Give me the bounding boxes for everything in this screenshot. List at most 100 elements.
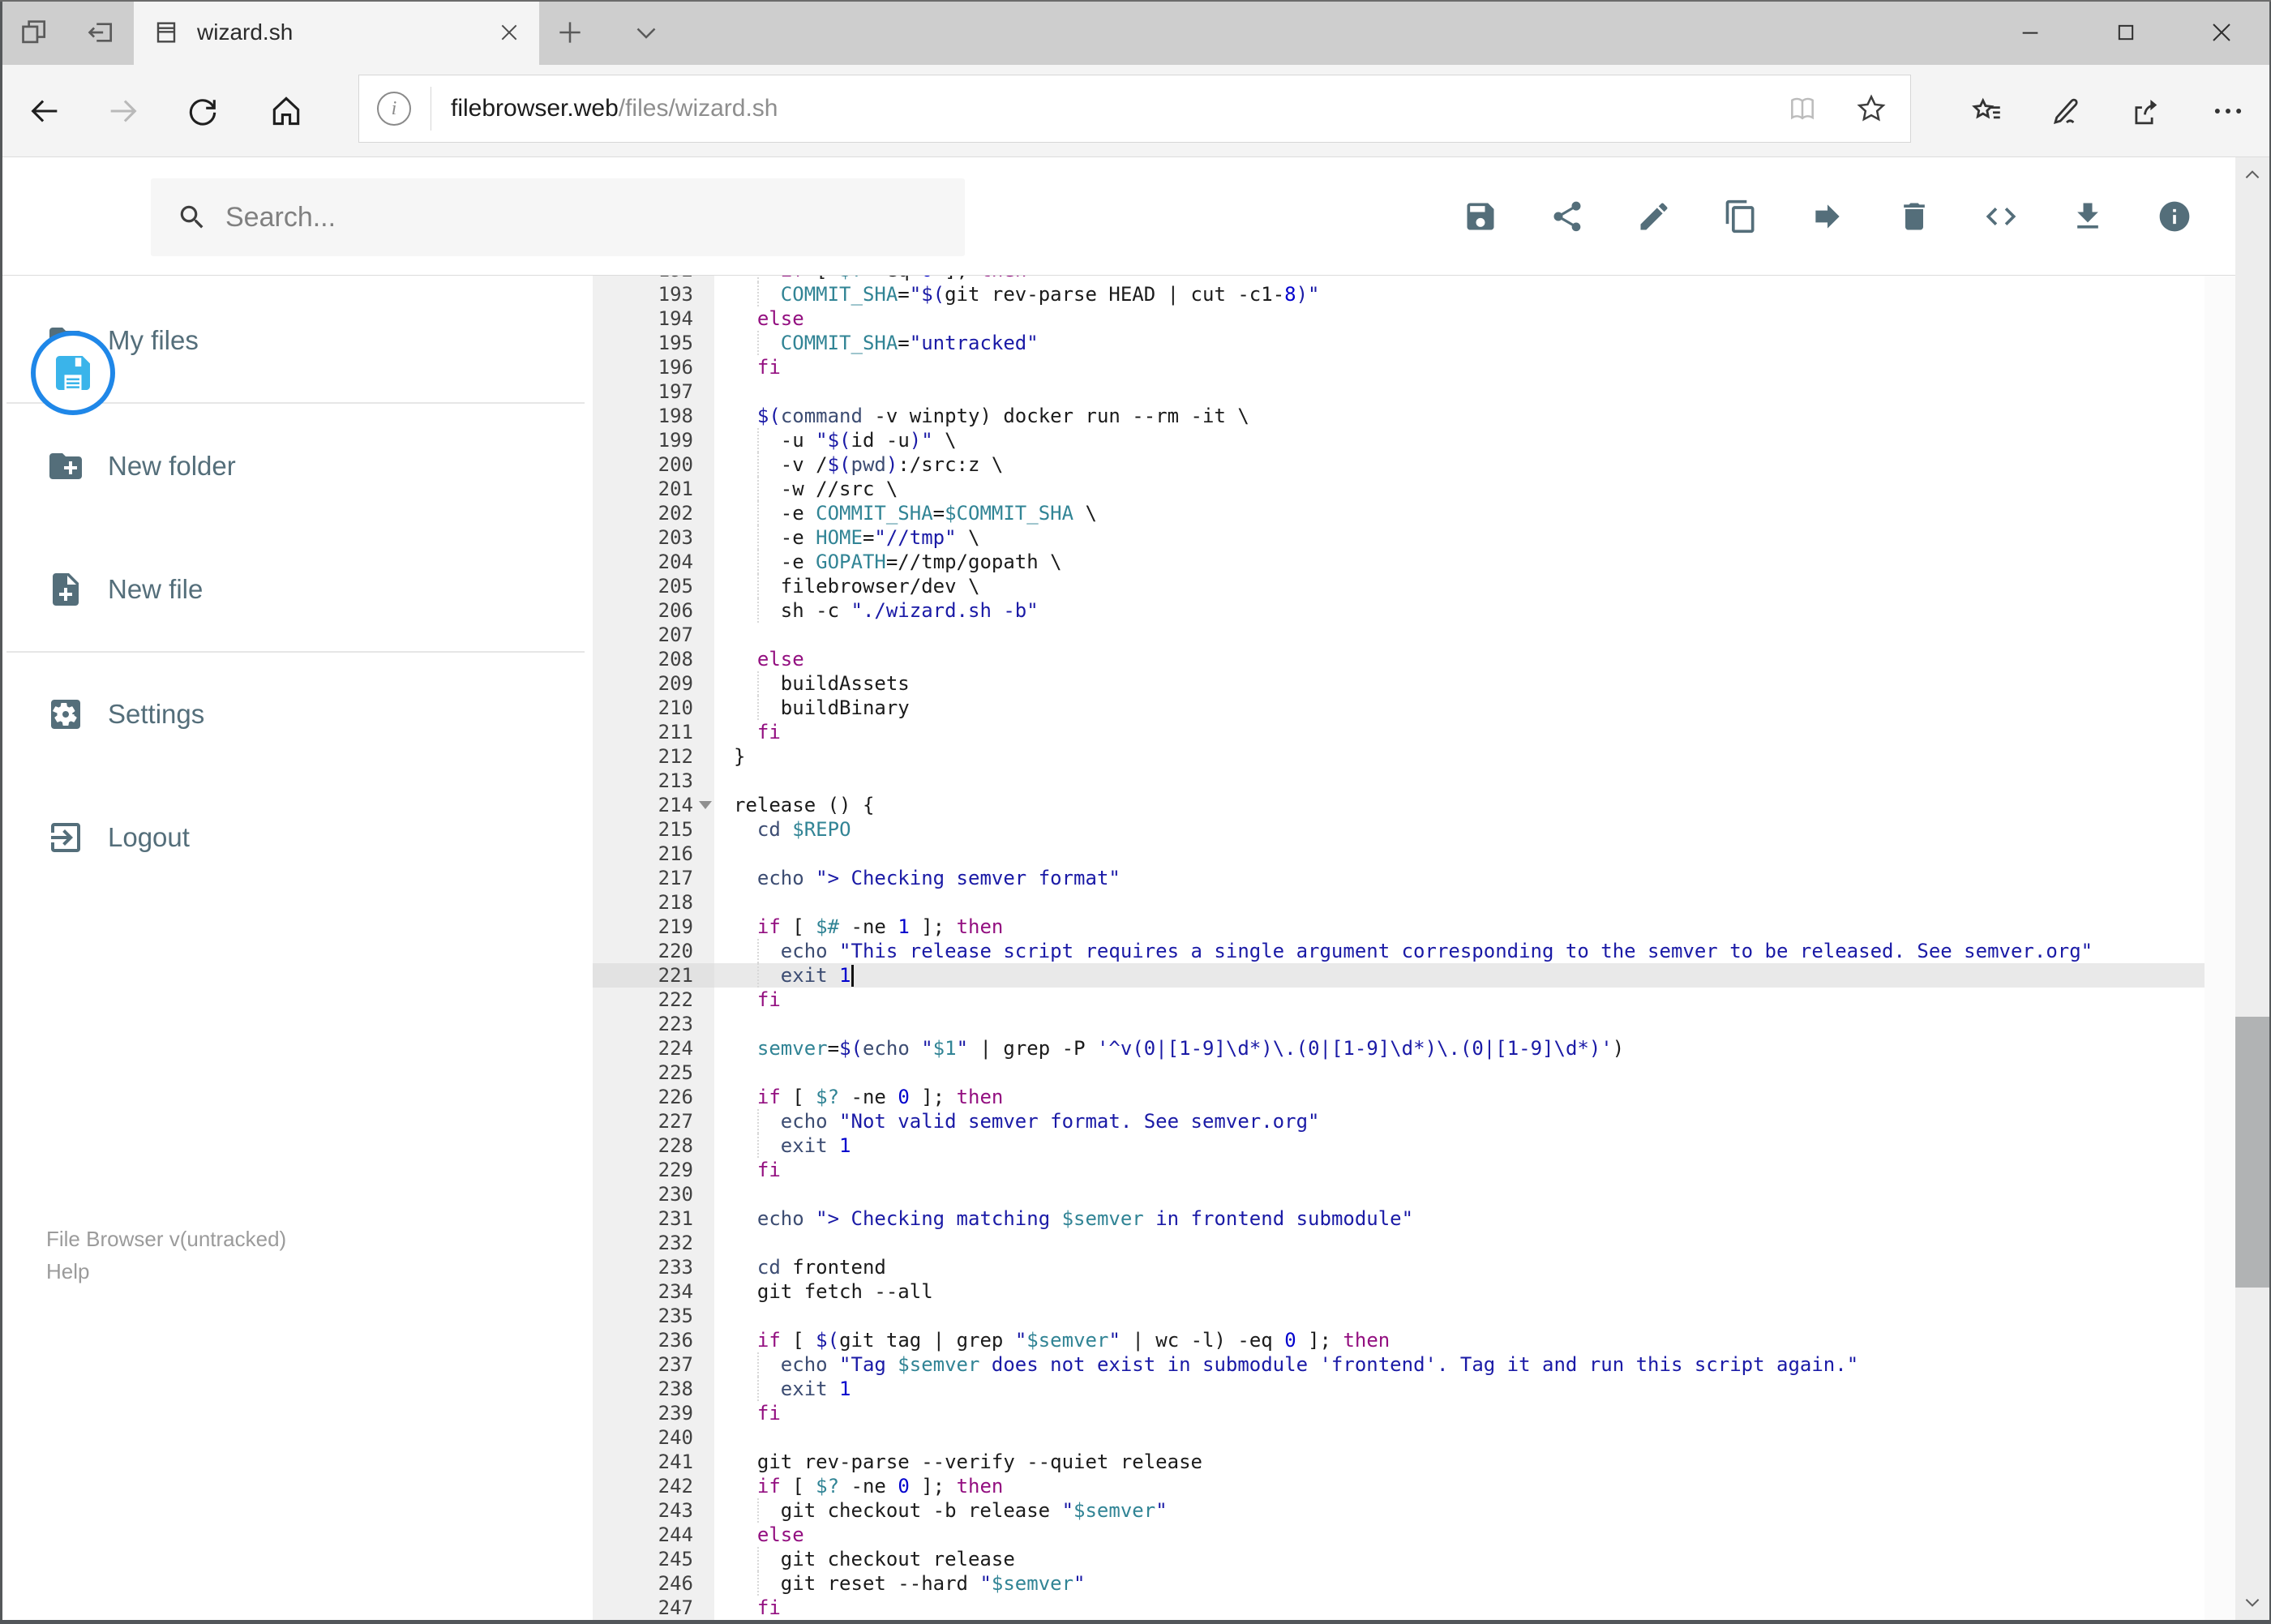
line-number[interactable]: 247: [593, 1596, 714, 1620]
code-text[interactable]: [714, 1182, 2205, 1206]
save-button[interactable]: [1463, 199, 1498, 234]
code-text[interactable]: }: [714, 744, 2205, 769]
line-number[interactable]: 201: [593, 477, 714, 501]
code-line[interactable]: 228 exit 1: [593, 1133, 2205, 1158]
code-text[interactable]: echo "This release script requires a sin…: [714, 939, 2205, 963]
code-text[interactable]: else: [714, 647, 2205, 671]
line-number[interactable]: 226: [593, 1085, 714, 1109]
new-tab-button[interactable]: [542, 0, 598, 65]
line-number[interactable]: 222: [593, 988, 714, 1012]
line-number[interactable]: 225: [593, 1061, 714, 1085]
line-number[interactable]: 241: [593, 1450, 714, 1474]
code-line[interactable]: 200 -v /$(pwd):/src:z \: [593, 452, 2205, 477]
line-number[interactable]: 223: [593, 1012, 714, 1036]
line-number[interactable]: 204: [593, 550, 714, 574]
code-line[interactable]: 241 git rev-parse --verify --quiet relea…: [593, 1450, 2205, 1474]
refresh-button[interactable]: [166, 65, 239, 156]
tab-close-button[interactable]: [499, 22, 520, 43]
code-text[interactable]: [714, 890, 2205, 915]
code-line[interactable]: 212}: [593, 744, 2205, 769]
code-text[interactable]: -e COMMIT_SHA=$COMMIT_SHA \: [714, 501, 2205, 525]
code-line[interactable]: 244 else: [593, 1523, 2205, 1547]
code-text[interactable]: release () {: [714, 793, 2205, 817]
code-line[interactable]: 246 git reset --hard "$semver": [593, 1571, 2205, 1596]
code-line[interactable]: 231 echo "> Checking matching $semver in…: [593, 1206, 2205, 1231]
sidebar-item-settings[interactable]: Settings: [0, 675, 593, 753]
copy-button[interactable]: [1723, 199, 1759, 234]
code-text[interactable]: [714, 379, 2205, 404]
code-line[interactable]: 230: [593, 1182, 2205, 1206]
hub-button[interactable]: [1951, 65, 2024, 156]
code-line[interactable]: 245 git checkout release: [593, 1547, 2205, 1571]
code-line[interactable]: 209 buildAssets: [593, 671, 2205, 696]
tab-preview-button[interactable]: [11, 6, 57, 58]
line-number[interactable]: 193: [593, 282, 714, 306]
code-line[interactable]: 204 -e GOPATH=//tmp/gopath \: [593, 550, 2205, 574]
scroll-up-arrow-icon[interactable]: [2235, 157, 2269, 193]
line-number[interactable]: 227: [593, 1109, 714, 1133]
line-number[interactable]: 200: [593, 452, 714, 477]
code-text[interactable]: -e GOPATH=//tmp/gopath \: [714, 550, 2205, 574]
code-line[interactable]: 215 cd $REPO: [593, 817, 2205, 842]
code-text[interactable]: echo "> Checking matching $semver in fro…: [714, 1206, 2205, 1231]
code-text[interactable]: buildBinary: [714, 696, 2205, 720]
code-line[interactable]: 203 -e HOME="//tmp" \: [593, 525, 2205, 550]
code-line[interactable]: 226 if [ $? -ne 0 ]; then: [593, 1085, 2205, 1109]
browser-tab-wizard-sh[interactable]: wizard.sh: [134, 0, 539, 65]
code-text[interactable]: -v /$(pwd):/src:z \: [714, 452, 2205, 477]
scrollbar-thumb[interactable]: [2235, 1017, 2269, 1288]
code-line[interactable]: 224 semver=$(echo "$1" | grep -P '^v(0|[…: [593, 1036, 2205, 1061]
help-link[interactable]: Help: [46, 1255, 286, 1288]
code-line[interactable]: 222 fi: [593, 988, 2205, 1012]
line-number[interactable]: 232: [593, 1231, 714, 1255]
line-number[interactable]: 216: [593, 842, 714, 866]
code-text[interactable]: git checkout -b release "$semver": [714, 1498, 2205, 1523]
favorite-star-icon[interactable]: [1855, 92, 1888, 125]
line-number[interactable]: 203: [593, 525, 714, 550]
line-number[interactable]: 246: [593, 1571, 714, 1596]
code-line[interactable]: 205 filebrowser/dev \: [593, 574, 2205, 598]
line-number[interactable]: 199: [593, 428, 714, 452]
line-number[interactable]: 240: [593, 1425, 714, 1450]
code-text[interactable]: if [ $# -ne 1 ]; then: [714, 915, 2205, 939]
code-line[interactable]: 243 git checkout -b release "$semver": [593, 1498, 2205, 1523]
code-text[interactable]: exit 1: [714, 1377, 2205, 1401]
code-text[interactable]: -e HOME="//tmp" \: [714, 525, 2205, 550]
line-number[interactable]: 228: [593, 1133, 714, 1158]
sidebar-item-logout[interactable]: Logout: [0, 799, 593, 876]
code-text[interactable]: git checkout release: [714, 1547, 2205, 1571]
code-text[interactable]: [714, 769, 2205, 793]
line-number[interactable]: 208: [593, 647, 714, 671]
code-line[interactable]: 223: [593, 1012, 2205, 1036]
line-number[interactable]: 233: [593, 1255, 714, 1279]
maximize-button[interactable]: [2078, 0, 2174, 65]
code-text[interactable]: [714, 623, 2205, 647]
back-button[interactable]: [8, 65, 81, 156]
code-text[interactable]: exit 1: [714, 1133, 2205, 1158]
code-line[interactable]: 207: [593, 623, 2205, 647]
code-line[interactable]: 196 fi: [593, 355, 2205, 379]
edit-button[interactable]: [1636, 199, 1672, 234]
line-number[interactable]: 214: [593, 793, 714, 817]
page-scrollbar[interactable]: [2235, 157, 2269, 1620]
site-info-icon[interactable]: i: [377, 92, 411, 126]
code-line[interactable]: 199 -u "$(id -u)" \: [593, 428, 2205, 452]
code-text[interactable]: cd frontend: [714, 1255, 2205, 1279]
minimize-button[interactable]: [1982, 0, 2078, 65]
code-line[interactable]: 237 echo "Tag $semver does not exist in …: [593, 1352, 2205, 1377]
code-text[interactable]: if [ $(git tag | grep "$semver" | wc -l)…: [714, 1328, 2205, 1352]
code-line[interactable]: 240: [593, 1425, 2205, 1450]
code-line[interactable]: 220 echo "This release script requires a…: [593, 939, 2205, 963]
forward-button[interactable]: [87, 65, 160, 156]
line-number[interactable]: 218: [593, 890, 714, 915]
code-line[interactable]: 236 if [ $(git tag | grep "$semver" | wc…: [593, 1328, 2205, 1352]
line-number[interactable]: 198: [593, 404, 714, 428]
tab-list-button[interactable]: [618, 0, 675, 65]
line-number[interactable]: 220: [593, 939, 714, 963]
code-line[interactable]: 217 echo "> Checking semver format": [593, 866, 2205, 890]
code-text[interactable]: [714, 1304, 2205, 1328]
code-text[interactable]: COMMIT_SHA="$(git rev-parse HEAD | cut -…: [714, 282, 2205, 306]
line-number[interactable]: 213: [593, 769, 714, 793]
download-button[interactable]: [2070, 199, 2106, 234]
code-text[interactable]: if [ $? -ne 0 ]; then: [714, 1085, 2205, 1109]
